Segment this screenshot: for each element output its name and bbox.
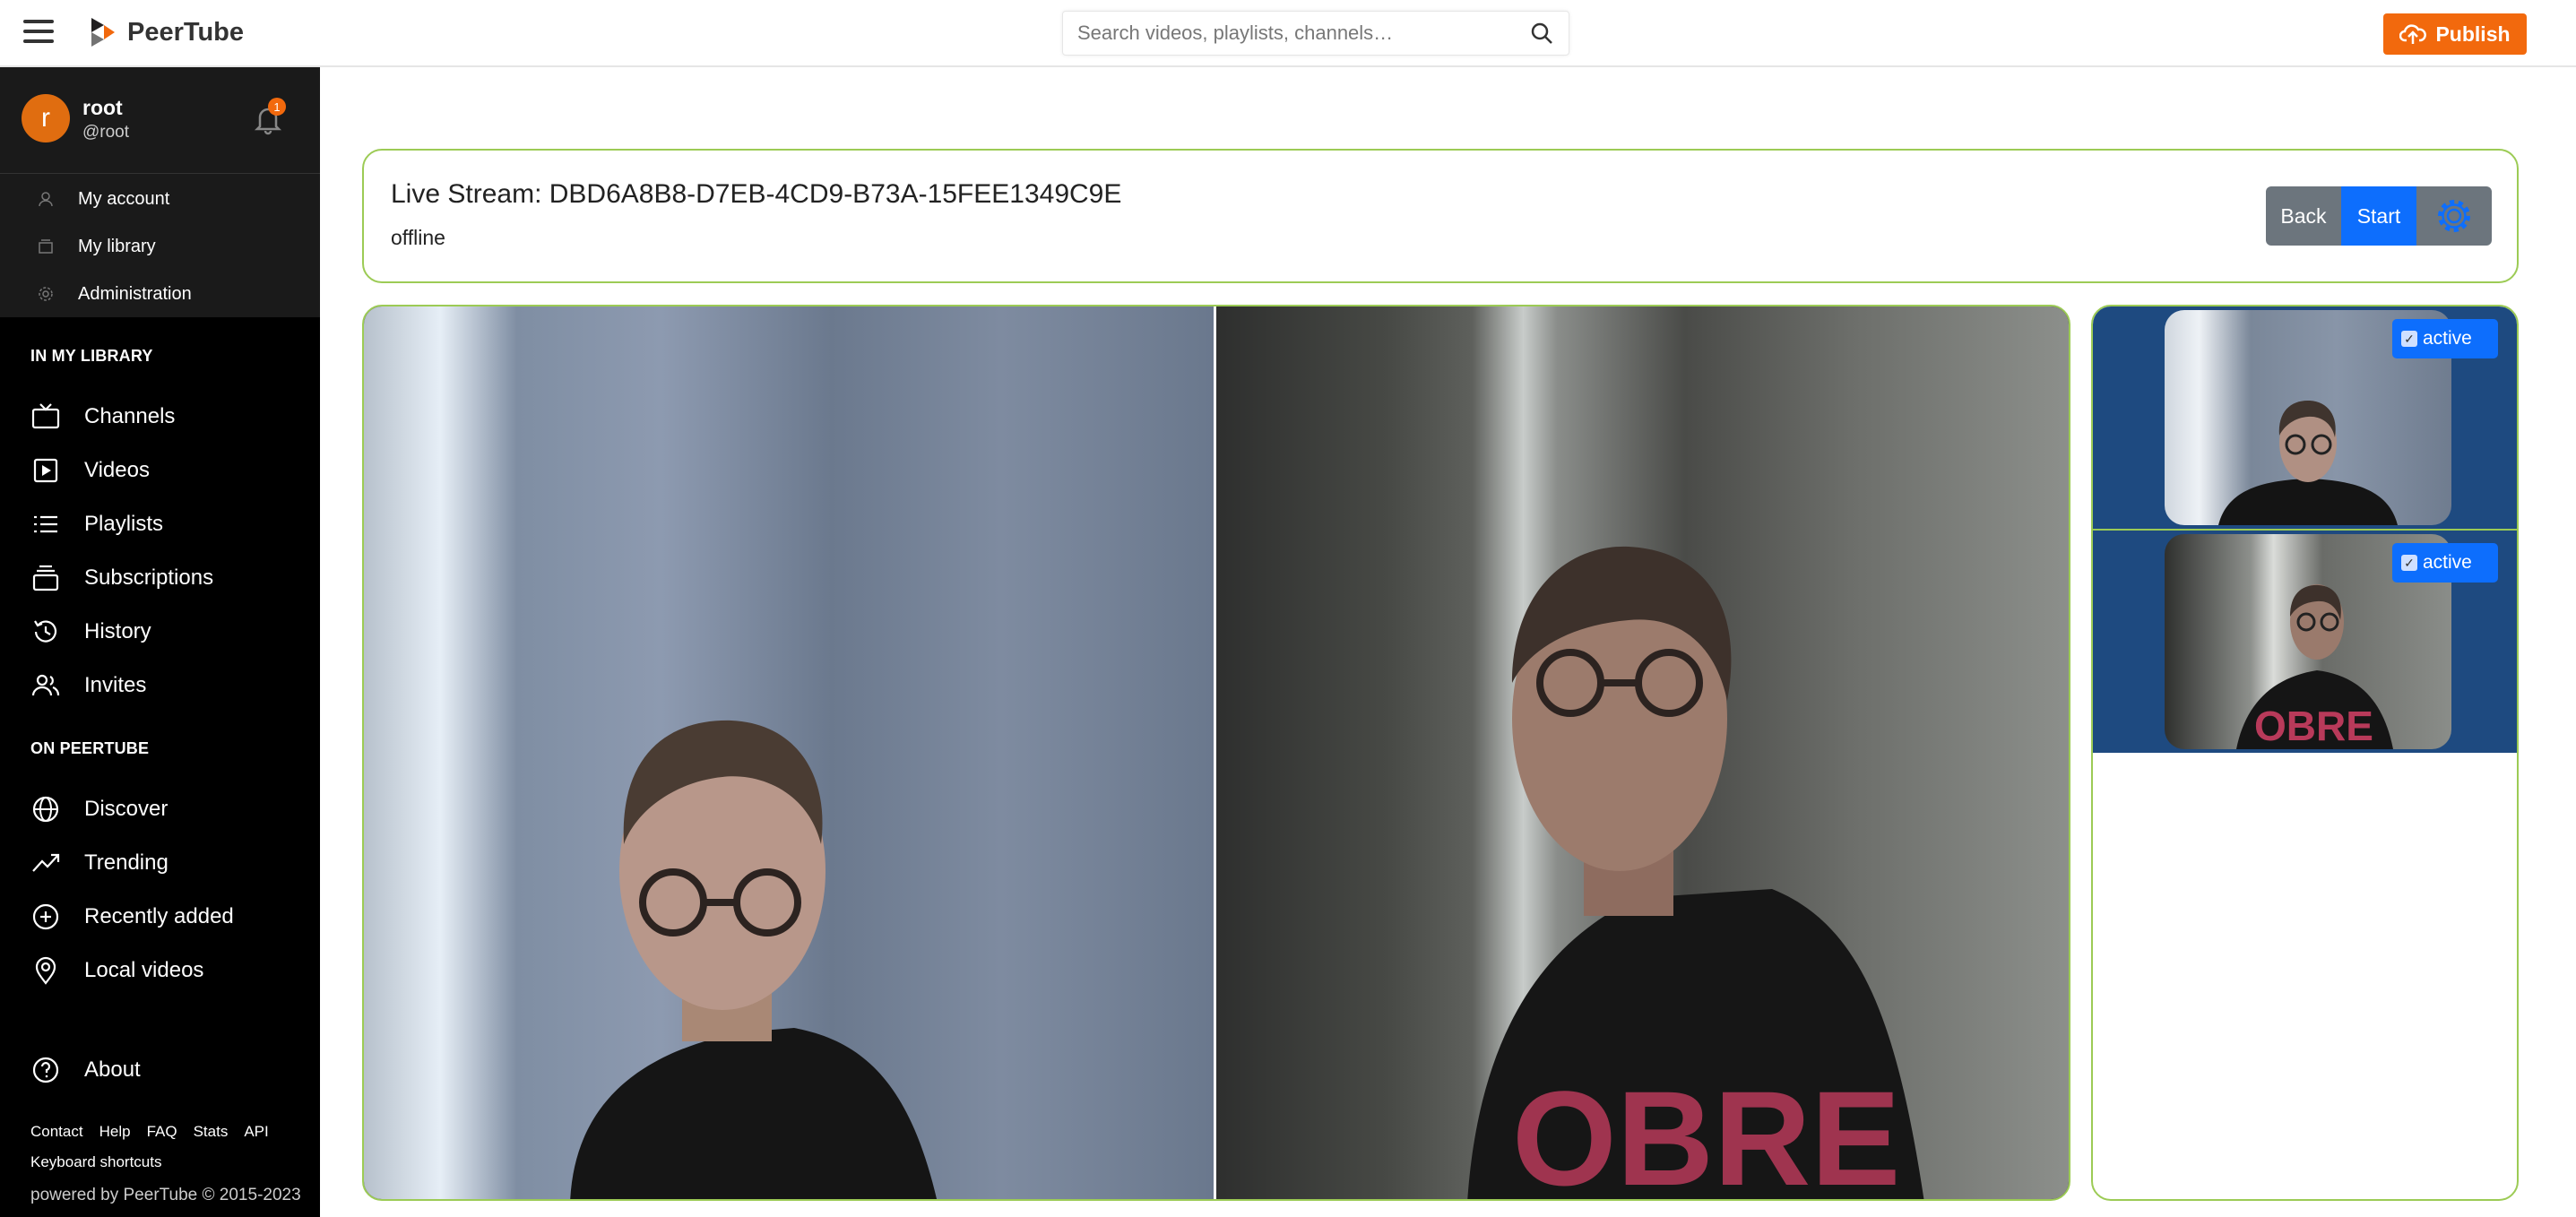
person-illustration-right: OBRE [1467, 546, 1924, 1201]
help-circle-icon [32, 1057, 59, 1083]
camera-feed-right: OBRE [1216, 306, 2069, 1201]
publish-label: Publish [2435, 22, 2511, 46]
sidebar-item-label: About [84, 1057, 141, 1082]
sidebar-item-discover[interactable]: Discover [0, 784, 320, 834]
checkbox-icon: ✓ [2401, 331, 2417, 347]
sidebar-item-label: Playlists [84, 512, 164, 536]
sidebar-item-invites[interactable]: Invites [0, 660, 320, 711]
source-list: ✓ active OBRE ✓ active [2091, 305, 2519, 1201]
sidebar-item-label: Videos [84, 458, 150, 482]
trending-icon [32, 853, 60, 872]
peertube-logo-icon [91, 18, 115, 47]
user-menu-label: Administration [78, 283, 192, 304]
user-menu-administration[interactable]: Administration [0, 271, 320, 317]
search-box [1062, 11, 1569, 56]
section-title-library: IN MY LIBRARY [30, 347, 153, 365]
top-bar: PeerTube Publish [0, 0, 2576, 67]
search-input[interactable] [1077, 22, 1529, 45]
section-title-peertube: ON PEERTUBE [30, 739, 150, 757]
avatar[interactable]: r [22, 94, 70, 142]
user-handle: @root [82, 123, 130, 142]
back-button[interactable]: Back [2266, 186, 2341, 246]
svg-text:OBRE: OBRE [2254, 703, 2373, 749]
checkbox-icon: ✓ [2401, 555, 2417, 571]
footer-links: Contact Help FAQ Stats API [30, 1123, 269, 1141]
person-illustration-left [570, 720, 938, 1199]
powered-by: powered by PeerTube © 2015-2023 [30, 1186, 301, 1204]
active-toggle[interactable]: ✓ active [2392, 319, 2498, 358]
page-title: Live Stream: DBD6A8B8-D7EB-4CD9-B73A-15F… [391, 179, 1122, 209]
sidebar-item-about[interactable]: About [0, 1045, 320, 1095]
footer-link-api[interactable]: API [244, 1123, 268, 1141]
footer-link-faq[interactable]: FAQ [147, 1123, 177, 1141]
sidebar-item-label: Local videos [84, 958, 204, 982]
search-icon[interactable] [1529, 21, 1554, 46]
source-item[interactable]: ✓ active [2093, 306, 2517, 529]
user-icon [39, 192, 53, 207]
user-name[interactable]: root [82, 96, 123, 120]
sidebar-item-local-videos[interactable]: Local videos [0, 945, 320, 996]
app-name: PeerTube [127, 17, 245, 47]
svg-text:OBRE: OBRE [1512, 1063, 1900, 1201]
menu-icon[interactable] [23, 20, 54, 47]
sidebar-item-label: Discover [84, 797, 169, 821]
stream-header-card: Live Stream: DBD6A8B8-D7EB-4CD9-B73A-15F… [362, 149, 2519, 283]
sidebar-item-recently-added[interactable]: Recently added [0, 892, 320, 942]
sidebar: r root @root 1 My account My library Adm… [0, 67, 320, 1217]
user-box: r root @root 1 [0, 67, 320, 174]
user-menu-label: My account [78, 188, 170, 209]
gear-icon [2438, 200, 2470, 232]
stream-actions: Back Start [2266, 186, 2492, 246]
users-icon [31, 674, 60, 696]
camera-feed-left [364, 306, 1216, 1199]
plus-circle-icon [32, 903, 59, 930]
user-menu: My account My library Administration [0, 174, 320, 317]
cog-icon [39, 287, 53, 301]
user-menu-my-account[interactable]: My account [0, 176, 320, 222]
list-icon [34, 515, 57, 533]
sidebar-item-label: Channels [84, 404, 176, 428]
keyboard-shortcuts-link[interactable]: Keyboard shortcuts [30, 1153, 161, 1171]
sidebar-item-label: History [84, 619, 151, 643]
globe-icon [32, 796, 59, 823]
footer-link-help[interactable]: Help [99, 1123, 131, 1141]
footer-link-contact[interactable]: Contact [30, 1123, 83, 1141]
footer-link-stats[interactable]: Stats [194, 1123, 229, 1141]
tv-icon [31, 403, 60, 429]
sidebar-item-label: Subscriptions [84, 565, 214, 590]
user-menu-my-library[interactable]: My library [0, 223, 320, 270]
settings-button[interactable] [2416, 186, 2492, 246]
user-menu-label: My library [78, 236, 156, 256]
library-icon [39, 239, 53, 254]
logo[interactable]: PeerTube [90, 14, 244, 50]
sidebar-item-subscriptions[interactable]: Subscriptions [0, 553, 320, 603]
sidebar-item-trending[interactable]: Trending [0, 838, 320, 888]
publish-button[interactable]: Publish [2383, 13, 2527, 55]
history-icon [34, 620, 57, 643]
video-icon [33, 458, 58, 483]
notification-badge: 1 [268, 98, 286, 116]
stream-status: offline [391, 226, 445, 249]
sidebar-item-channels[interactable]: Channels [0, 392, 320, 442]
start-button[interactable]: Start [2341, 186, 2416, 246]
sidebar-item-label: Invites [84, 673, 147, 697]
active-label: active [2423, 328, 2472, 349]
location-pin-icon [35, 956, 56, 985]
sidebar-item-videos[interactable]: Videos [0, 445, 320, 496]
active-label: active [2423, 552, 2472, 573]
subscriptions-icon [32, 565, 59, 591]
sidebar-item-label: Trending [84, 850, 169, 875]
sidebar-item-history[interactable]: History [0, 607, 320, 657]
upload-cloud-icon [2399, 24, 2427, 44]
sidebar-item-label: Recently added [84, 904, 234, 928]
active-toggle[interactable]: ✓ active [2392, 543, 2498, 583]
live-preview[interactable]: OBRE [362, 305, 2070, 1201]
sidebar-item-playlists[interactable]: Playlists [0, 499, 320, 549]
source-item[interactable]: OBRE ✓ active [2093, 531, 2517, 753]
